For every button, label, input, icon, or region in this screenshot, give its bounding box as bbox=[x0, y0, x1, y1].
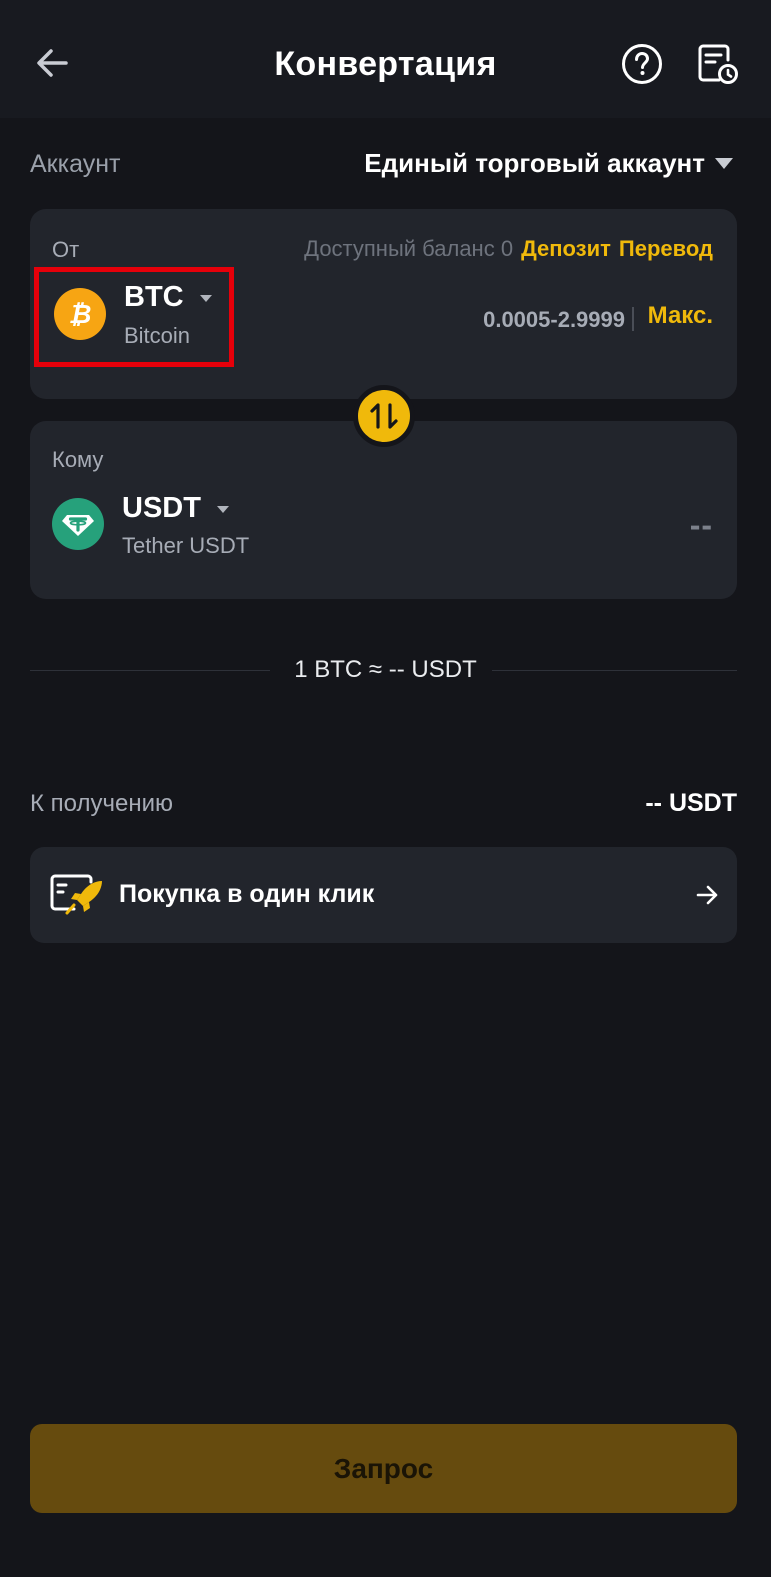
header-bar: Конвертация bbox=[0, 0, 771, 118]
to-coin-selector[interactable]: USDT bbox=[122, 492, 229, 525]
arrow-right-icon bbox=[696, 885, 718, 905]
account-dropdown[interactable]: Единый торговый аккаунт bbox=[364, 148, 733, 179]
to-label: Кому bbox=[52, 447, 104, 472]
caret-down-icon bbox=[715, 158, 733, 169]
rocket-card-icon bbox=[50, 874, 102, 915]
quick-buy-label: Покупка в один клик bbox=[119, 880, 375, 908]
from-coin-name: Bitcoin bbox=[124, 323, 191, 348]
from-coin-selector[interactable]: BTC bbox=[124, 281, 212, 314]
tether-glyph bbox=[62, 515, 94, 536]
help-button[interactable] bbox=[620, 42, 664, 86]
caret-down-icon bbox=[199, 295, 212, 302]
bitcoin-glyph: ₿ bbox=[69, 300, 92, 330]
from-label: От bbox=[52, 237, 80, 262]
svg-text:₿: ₿ bbox=[69, 300, 92, 330]
receive-label: К получению bbox=[30, 790, 173, 817]
to-coin-symbol: USDT bbox=[122, 492, 201, 524]
to-coin-name: Tether USDT bbox=[122, 533, 250, 558]
amount-range-input[interactable]: 0.0005-2.9999 bbox=[483, 307, 625, 333]
to-card: Кому USDT Tether USDT -- bbox=[30, 421, 737, 599]
deposit-link[interactable]: Депозит bbox=[521, 236, 611, 262]
from-card: От Доступный баланс 0 Депозит Перевод ₿ … bbox=[30, 209, 737, 399]
divider bbox=[632, 307, 634, 331]
from-coin-symbol: BTC bbox=[124, 281, 184, 313]
max-button[interactable]: Макс. bbox=[648, 302, 713, 330]
receive-value: -- USDT bbox=[645, 789, 737, 817]
available-balance: Доступный баланс 0 bbox=[304, 236, 514, 261]
submit-request-button[interactable]: Запрос bbox=[30, 1424, 737, 1513]
transfer-link[interactable]: Перевод bbox=[619, 236, 713, 262]
history-button[interactable] bbox=[693, 40, 741, 88]
caret-down-icon bbox=[216, 506, 229, 513]
swap-icon bbox=[370, 403, 398, 429]
account-label: Аккаунт bbox=[30, 150, 121, 178]
history-icon bbox=[698, 44, 738, 84]
divider bbox=[492, 670, 737, 671]
bitcoin-icon[interactable]: ₿ bbox=[54, 288, 106, 340]
quick-buy-button[interactable]: Покупка в один клик bbox=[30, 847, 737, 943]
help-icon bbox=[622, 44, 662, 84]
tether-icon[interactable] bbox=[52, 498, 104, 550]
to-amount: -- bbox=[689, 507, 713, 543]
balance-row: Доступный баланс 0 Депозит Перевод bbox=[304, 236, 713, 262]
account-selected-value: Единый торговый аккаунт bbox=[364, 148, 705, 178]
swap-button[interactable] bbox=[353, 385, 415, 447]
